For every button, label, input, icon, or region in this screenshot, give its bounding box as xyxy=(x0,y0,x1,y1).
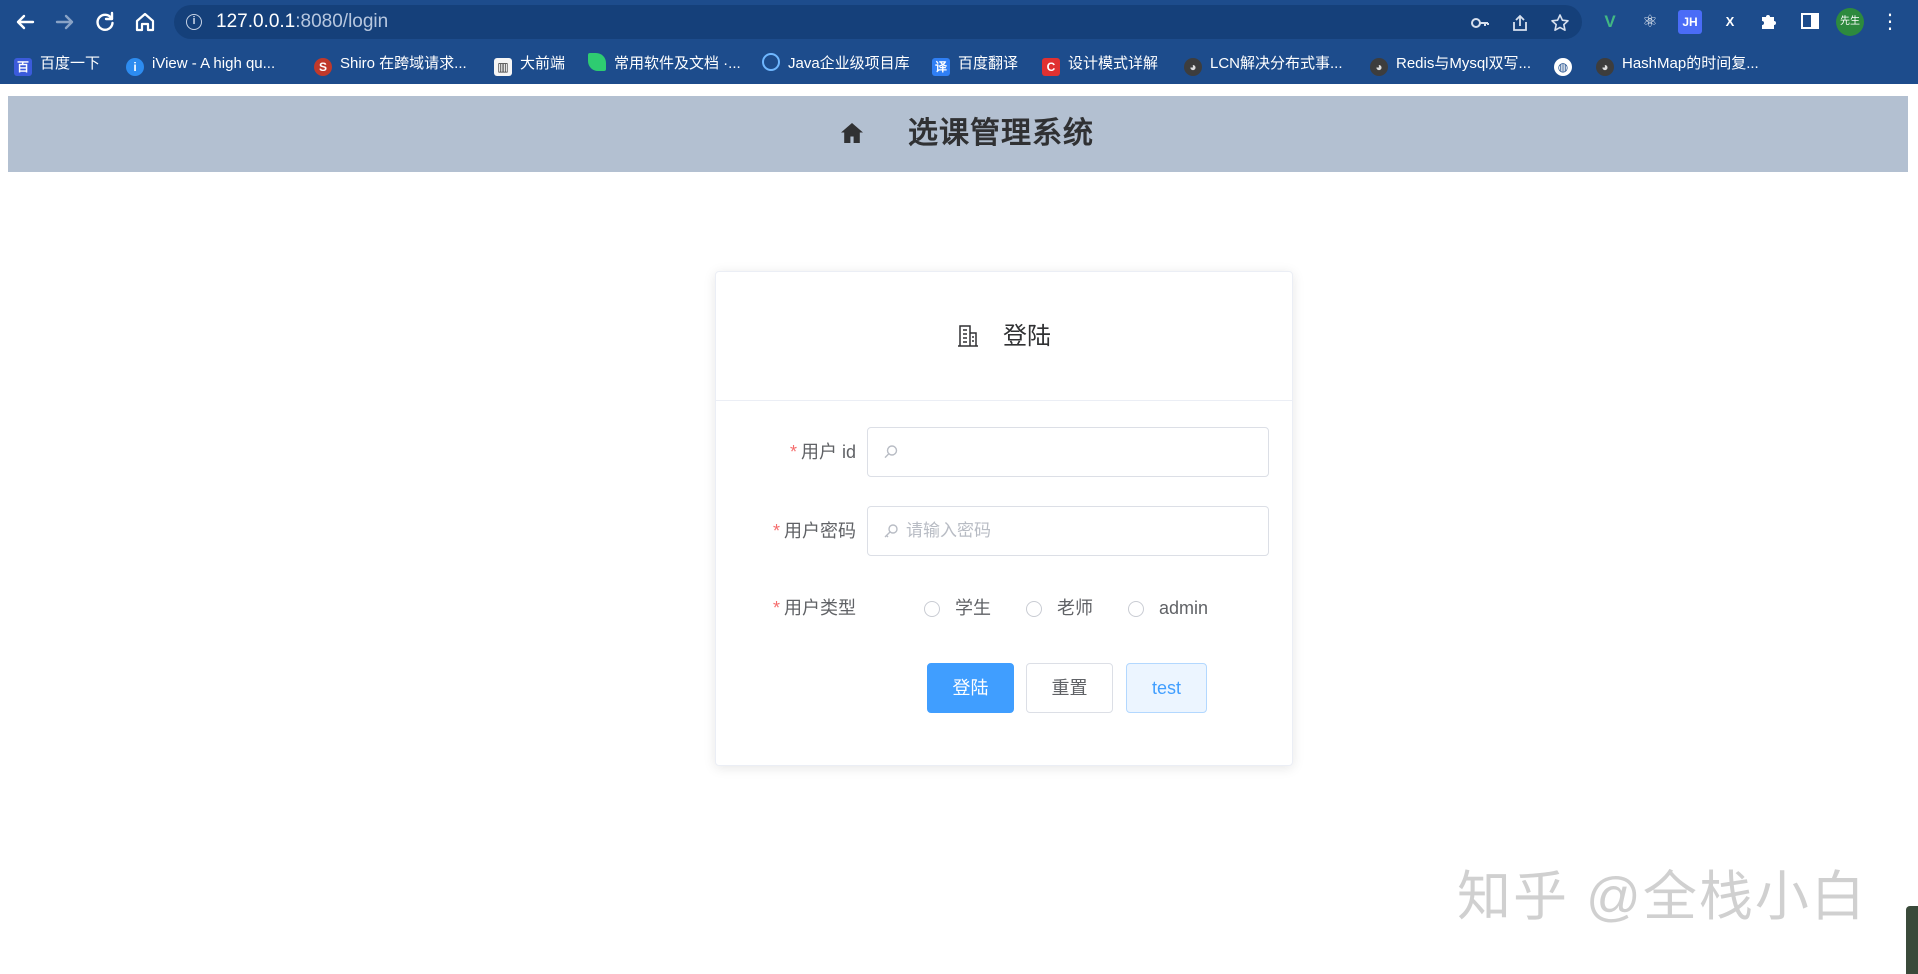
bookmark-label: 常用软件及文档 ·... xyxy=(614,55,741,72)
corner-widget xyxy=(1906,906,1918,974)
bookmark-item[interactable]: S Shiro 在跨域请求... xyxy=(314,53,467,76)
bookmark-label: HashMap的时间复... xyxy=(1622,55,1759,72)
user-id-label-text: 用户 id xyxy=(800,442,856,462)
home-button[interactable] xyxy=(131,8,159,36)
bookmark-label: LCN解决分布式事... xyxy=(1210,55,1343,72)
bookmark-label: 设计模式详解 xyxy=(1068,55,1159,72)
user-type-label-text: 用户类型 xyxy=(784,598,856,618)
user-id-label: * 用户 id xyxy=(716,441,856,463)
reload-icon xyxy=(96,11,114,31)
book-icon: ▥ xyxy=(494,58,512,76)
radio-teacher[interactable]: 老师 xyxy=(1026,596,1093,620)
bookmark-item[interactable]: Java企业级项目库 xyxy=(762,53,910,75)
login-button[interactable]: 登陆 xyxy=(927,663,1014,713)
watermark: 知乎 @全栈小白 xyxy=(1457,867,1867,927)
bookmark-label: iView - A high qu... xyxy=(152,55,276,72)
radio-label: 学生 xyxy=(955,598,991,618)
arrow-left-icon xyxy=(16,14,35,30)
github-icon: ◕ xyxy=(1370,58,1388,76)
iview-icon: i xyxy=(126,58,144,76)
puzzle-icon[interactable] xyxy=(1758,10,1782,34)
key-icon[interactable] xyxy=(1470,13,1490,33)
bookmark-label: Shiro 在跨域请求... xyxy=(340,55,467,72)
arrow-right-icon xyxy=(55,14,74,30)
radio-circle[interactable] xyxy=(924,601,940,617)
react-devtools-icon[interactable]: ⚛ xyxy=(1638,10,1662,34)
password-label-text: 用户密码 xyxy=(784,521,856,541)
github-icon: ◕ xyxy=(1184,58,1202,76)
home-icon xyxy=(841,123,863,143)
share-icon[interactable] xyxy=(1510,13,1530,33)
user-id-input[interactable] xyxy=(906,428,1256,476)
jh-extension-icon[interactable]: JH xyxy=(1678,10,1702,34)
radio-label: 老师 xyxy=(1057,598,1093,618)
system-title: 选课管理系统 xyxy=(908,117,1094,150)
bookmark-item[interactable]: ▥ 大前端 xyxy=(494,53,566,76)
required-asterisk: * xyxy=(772,598,780,618)
radio-admin[interactable]: admin xyxy=(1128,596,1208,620)
bookmark-item[interactable]: C 设计模式详解 xyxy=(1042,53,1159,76)
reload-button[interactable] xyxy=(91,8,119,36)
radio-circle[interactable] xyxy=(1026,601,1042,617)
url-path: :8080/login xyxy=(295,11,389,32)
globe-icon: ◍ xyxy=(1554,58,1572,76)
bookmarks-bar: 百百度一下 i iView - A high qu... S Shiro 在跨域请求… xyxy=(0,44,1918,84)
required-asterisk: * xyxy=(789,442,797,462)
key-outline-icon xyxy=(884,524,898,538)
bookmark-item[interactable]: ◕ LCN解决分布式事... xyxy=(1184,53,1343,76)
browser-toolbar: i 127.0.0.1:8080/login V ⚛ JH X 先生 ⋮ xyxy=(0,0,1918,44)
radio-label: admin xyxy=(1159,598,1209,618)
translate-icon: 译 xyxy=(932,58,950,76)
java-icon xyxy=(762,53,780,71)
site-info-icon[interactable]: i xyxy=(186,14,202,30)
bookmark-item[interactable]: 百百度一下 xyxy=(14,53,101,76)
bookmark-item[interactable]: 译百度翻译 xyxy=(932,53,1019,76)
c-icon: C xyxy=(1042,58,1060,76)
login-card: 登陆 * 用户 id * 用户密码 * 用户类型 学生 老师 admin 登陆 重置 … xyxy=(715,271,1293,766)
login-title: 登陆 xyxy=(1003,323,1051,350)
bookmark-item[interactable]: ◍ xyxy=(1554,53,1580,76)
page-header: 选课管理系统 xyxy=(8,96,1908,172)
bookmark-label: Redis与Mysql双写... xyxy=(1396,55,1532,72)
profile-avatar[interactable]: 先生 xyxy=(1836,8,1864,36)
vue-devtools-icon[interactable]: V xyxy=(1598,10,1622,34)
user-type-label: * 用户类型 xyxy=(716,597,856,619)
shiro-icon: S xyxy=(314,58,332,76)
test-button[interactable]: test xyxy=(1126,663,1207,713)
bookmark-label: 百度翻译 xyxy=(958,55,1019,72)
side-panel-icon[interactable] xyxy=(1798,10,1822,34)
bookmark-label: 大前端 xyxy=(520,55,566,72)
x-extension-icon[interactable]: X xyxy=(1718,10,1742,34)
search-icon xyxy=(884,445,898,459)
github-icon: ◕ xyxy=(1596,58,1614,76)
address-url[interactable]: 127.0.0.1:8080/login xyxy=(216,12,388,32)
leaf-icon xyxy=(588,53,606,71)
star-icon[interactable] xyxy=(1550,13,1570,33)
office-building-icon xyxy=(958,325,978,347)
card-header: 登陆 xyxy=(716,272,1292,401)
password-label: * 用户密码 xyxy=(716,520,856,542)
home-outline-icon xyxy=(135,12,155,32)
radio-student[interactable]: 学生 xyxy=(924,596,991,620)
bookmark-item[interactable]: 常用软件及文档 ·... xyxy=(588,53,741,75)
bookmark-item[interactable]: i iView - A high qu... xyxy=(126,53,276,76)
forward-button[interactable] xyxy=(51,8,79,36)
more-menu-icon[interactable]: ⋮ xyxy=(1880,8,1900,36)
baidu-icon: 百 xyxy=(14,58,32,76)
password-field[interactable] xyxy=(867,506,1269,556)
bookmark-item[interactable]: ◕ HashMap的时间复... xyxy=(1596,53,1759,76)
bookmark-label: Java企业级项目库 xyxy=(788,55,910,72)
back-button[interactable] xyxy=(11,8,39,36)
required-asterisk: * xyxy=(772,521,780,541)
bookmark-label: 百度一下 xyxy=(40,55,101,72)
radio-circle[interactable] xyxy=(1128,601,1144,617)
bookmark-item[interactable]: ◕ Redis与Mysql双写... xyxy=(1370,53,1532,76)
reset-button[interactable]: 重置 xyxy=(1026,663,1113,713)
password-input[interactable] xyxy=(906,507,1256,555)
url-host: 127.0.0.1 xyxy=(216,11,296,32)
user-id-field[interactable] xyxy=(867,427,1269,477)
address-bar[interactable]: i 127.0.0.1:8080/login xyxy=(174,5,1582,39)
